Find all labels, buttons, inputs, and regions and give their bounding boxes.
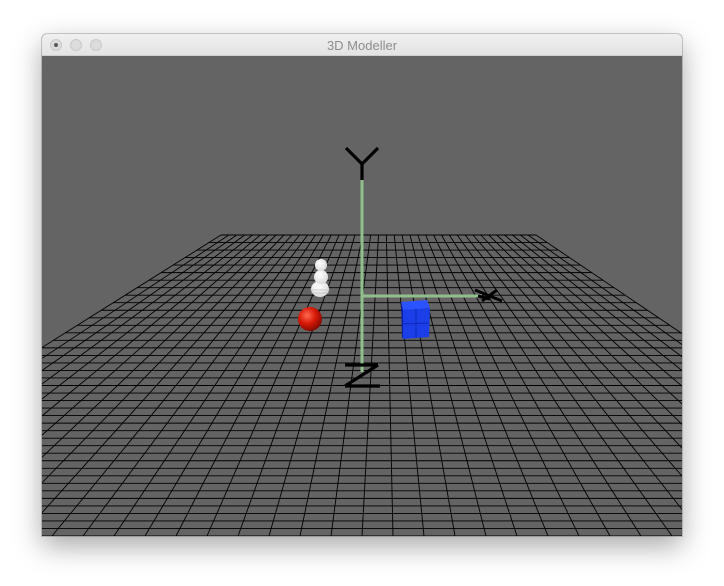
title-bar[interactable]: 3D Modeller <box>42 34 682 56</box>
scene-canvas[interactable] <box>42 56 682 536</box>
window-title: 3D Modeller <box>326 38 398 53</box>
y-axis-label-icon <box>344 146 380 180</box>
red-sphere-object[interactable] <box>298 307 322 331</box>
blue-cube-object[interactable] <box>401 300 430 339</box>
3d-viewport[interactable] <box>42 56 682 536</box>
app-window: 3D Modeller <box>42 34 682 536</box>
